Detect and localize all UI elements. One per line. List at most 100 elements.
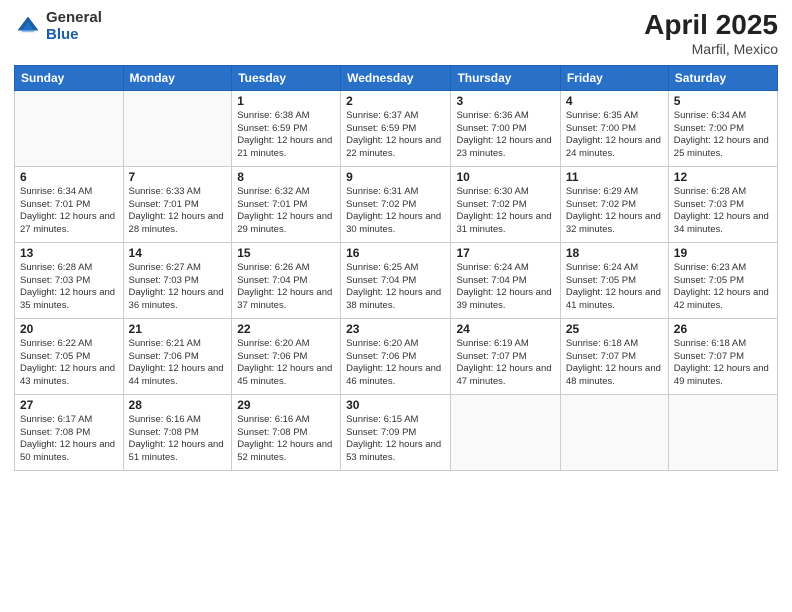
header-thursday: Thursday	[451, 65, 560, 90]
day-detail: Sunrise: 6:38 AM Sunset: 6:59 PM Dayligh…	[237, 110, 335, 161]
header-friday: Friday	[560, 65, 668, 90]
header-row: Sunday Monday Tuesday Wednesday Thursday…	[15, 65, 778, 90]
day-detail: Sunrise: 6:16 AM Sunset: 7:08 PM Dayligh…	[129, 414, 227, 465]
cell-2-5: 10Sunrise: 6:30 AM Sunset: 7:02 PM Dayli…	[451, 166, 560, 242]
logo-blue-text: Blue	[46, 27, 102, 44]
day-detail: Sunrise: 6:25 AM Sunset: 7:04 PM Dayligh…	[346, 262, 445, 313]
logo-icon	[14, 13, 42, 41]
day-detail: Sunrise: 6:26 AM Sunset: 7:04 PM Dayligh…	[237, 262, 335, 313]
day-detail: Sunrise: 6:28 AM Sunset: 7:03 PM Dayligh…	[20, 262, 118, 313]
day-number: 19	[674, 246, 772, 260]
day-number: 27	[20, 398, 118, 412]
cell-1-5: 3Sunrise: 6:36 AM Sunset: 7:00 PM Daylig…	[451, 90, 560, 166]
day-detail: Sunrise: 6:34 AM Sunset: 7:00 PM Dayligh…	[674, 110, 772, 161]
week-row-1: 1 Sunrise: 6:38 AM Sunset: 6:59 PM Daylig…	[15, 90, 778, 166]
cell-5-2: 28 Sunrise: 6:16 AM Sunset: 7:08 PM Dayli…	[123, 394, 232, 470]
day-number: 22	[237, 322, 335, 336]
cell-4-2: 21Sunrise: 6:21 AM Sunset: 7:06 PM Dayli…	[123, 318, 232, 394]
day-number: 2	[346, 94, 445, 108]
header-tuesday: Tuesday	[232, 65, 341, 90]
day-detail: Sunrise: 6:21 AM Sunset: 7:06 PM Dayligh…	[129, 338, 227, 389]
cell-1-6: 4 Sunrise: 6:35 AM Sunset: 7:00 PM Daylig…	[560, 90, 668, 166]
day-detail: Sunrise: 6:18 AM Sunset: 7:07 PM Dayligh…	[674, 338, 772, 389]
day-detail: Sunrise: 6:24 AM Sunset: 7:05 PM Dayligh…	[566, 262, 663, 313]
cell-2-4: 9 Sunrise: 6:31 AM Sunset: 7:02 PM Daylig…	[341, 166, 451, 242]
day-number: 4	[566, 94, 663, 108]
title-block: April 2025 Marfil, Mexico	[644, 10, 778, 57]
cell-3-6: 18 Sunrise: 6:24 AM Sunset: 7:05 PM Dayli…	[560, 242, 668, 318]
day-number: 18	[566, 246, 663, 260]
day-detail: Sunrise: 6:15 AM Sunset: 7:09 PM Dayligh…	[346, 414, 445, 465]
cell-4-3: 22 Sunrise: 6:20 AM Sunset: 7:06 PM Dayli…	[232, 318, 341, 394]
day-number: 7	[129, 170, 227, 184]
day-detail: Sunrise: 6:31 AM Sunset: 7:02 PM Dayligh…	[346, 186, 445, 237]
logo-text: General Blue	[46, 10, 102, 43]
day-detail: Sunrise: 6:20 AM Sunset: 7:06 PM Dayligh…	[237, 338, 335, 389]
day-number: 23	[346, 322, 445, 336]
day-number: 24	[456, 322, 554, 336]
title-month: April 2025	[644, 10, 778, 41]
logo: General Blue	[14, 10, 102, 43]
day-detail: Sunrise: 6:24 AM Sunset: 7:04 PM Dayligh…	[456, 262, 554, 313]
cell-4-6: 25Sunrise: 6:18 AM Sunset: 7:07 PM Dayli…	[560, 318, 668, 394]
logo-general-text: General	[46, 10, 102, 27]
day-number: 13	[20, 246, 118, 260]
cell-3-2: 14Sunrise: 6:27 AM Sunset: 7:03 PM Dayli…	[123, 242, 232, 318]
cell-3-3: 15 Sunrise: 6:26 AM Sunset: 7:04 PM Dayli…	[232, 242, 341, 318]
day-detail: Sunrise: 6:28 AM Sunset: 7:03 PM Dayligh…	[674, 186, 772, 237]
cell-1-2	[123, 90, 232, 166]
day-detail: Sunrise: 6:33 AM Sunset: 7:01 PM Dayligh…	[129, 186, 227, 237]
cell-1-1	[15, 90, 124, 166]
week-row-2: 6Sunrise: 6:34 AM Sunset: 7:01 PM Daylig…	[15, 166, 778, 242]
cell-3-4: 16Sunrise: 6:25 AM Sunset: 7:04 PM Dayli…	[341, 242, 451, 318]
cell-3-1: 13 Sunrise: 6:28 AM Sunset: 7:03 PM Dayli…	[15, 242, 124, 318]
day-number: 25	[566, 322, 663, 336]
day-detail: Sunrise: 6:29 AM Sunset: 7:02 PM Dayligh…	[566, 186, 663, 237]
day-number: 30	[346, 398, 445, 412]
header-monday: Monday	[123, 65, 232, 90]
day-detail: Sunrise: 6:32 AM Sunset: 7:01 PM Dayligh…	[237, 186, 335, 237]
day-detail: Sunrise: 6:17 AM Sunset: 7:08 PM Dayligh…	[20, 414, 118, 465]
day-number: 26	[674, 322, 772, 336]
day-number: 8	[237, 170, 335, 184]
day-detail: Sunrise: 6:23 AM Sunset: 7:05 PM Dayligh…	[674, 262, 772, 313]
cell-5-7	[668, 394, 777, 470]
day-detail: Sunrise: 6:20 AM Sunset: 7:06 PM Dayligh…	[346, 338, 445, 389]
day-number: 6	[20, 170, 118, 184]
day-number: 1	[237, 94, 335, 108]
header-wednesday: Wednesday	[341, 65, 451, 90]
cell-1-4: 2 Sunrise: 6:37 AM Sunset: 6:59 PM Daylig…	[341, 90, 451, 166]
day-number: 28	[129, 398, 227, 412]
cell-2-3: 8 Sunrise: 6:32 AM Sunset: 7:01 PM Daylig…	[232, 166, 341, 242]
day-detail: Sunrise: 6:30 AM Sunset: 7:02 PM Dayligh…	[456, 186, 554, 237]
week-row-4: 20 Sunrise: 6:22 AM Sunset: 7:05 PM Dayli…	[15, 318, 778, 394]
page: General Blue April 2025 Marfil, Mexico S…	[0, 0, 792, 612]
cell-5-6	[560, 394, 668, 470]
day-number: 20	[20, 322, 118, 336]
day-number: 9	[346, 170, 445, 184]
week-row-3: 13 Sunrise: 6:28 AM Sunset: 7:03 PM Dayli…	[15, 242, 778, 318]
cell-4-5: 24 Sunrise: 6:19 AM Sunset: 7:07 PM Dayli…	[451, 318, 560, 394]
cell-3-5: 17Sunrise: 6:24 AM Sunset: 7:04 PM Dayli…	[451, 242, 560, 318]
calendar-table: Sunday Monday Tuesday Wednesday Thursday…	[14, 65, 778, 471]
day-detail: Sunrise: 6:16 AM Sunset: 7:08 PM Dayligh…	[237, 414, 335, 465]
day-detail: Sunrise: 6:35 AM Sunset: 7:00 PM Dayligh…	[566, 110, 663, 161]
day-number: 29	[237, 398, 335, 412]
cell-5-1: 27 Sunrise: 6:17 AM Sunset: 7:08 PM Dayli…	[15, 394, 124, 470]
day-number: 11	[566, 170, 663, 184]
day-detail: Sunrise: 6:37 AM Sunset: 6:59 PM Dayligh…	[346, 110, 445, 161]
cell-2-6: 11 Sunrise: 6:29 AM Sunset: 7:02 PM Dayli…	[560, 166, 668, 242]
cell-5-4: 30 Sunrise: 6:15 AM Sunset: 7:09 PM Dayli…	[341, 394, 451, 470]
day-detail: Sunrise: 6:19 AM Sunset: 7:07 PM Dayligh…	[456, 338, 554, 389]
header-saturday: Saturday	[668, 65, 777, 90]
day-detail: Sunrise: 6:36 AM Sunset: 7:00 PM Dayligh…	[456, 110, 554, 161]
day-number: 5	[674, 94, 772, 108]
cell-1-3: 1 Sunrise: 6:38 AM Sunset: 6:59 PM Daylig…	[232, 90, 341, 166]
cell-4-7: 26 Sunrise: 6:18 AM Sunset: 7:07 PM Dayli…	[668, 318, 777, 394]
cell-5-3: 29 Sunrise: 6:16 AM Sunset: 7:08 PM Dayli…	[232, 394, 341, 470]
title-location: Marfil, Mexico	[644, 41, 778, 57]
day-detail: Sunrise: 6:22 AM Sunset: 7:05 PM Dayligh…	[20, 338, 118, 389]
day-number: 15	[237, 246, 335, 260]
cell-4-1: 20 Sunrise: 6:22 AM Sunset: 7:05 PM Dayli…	[15, 318, 124, 394]
header: General Blue April 2025 Marfil, Mexico	[14, 10, 778, 57]
